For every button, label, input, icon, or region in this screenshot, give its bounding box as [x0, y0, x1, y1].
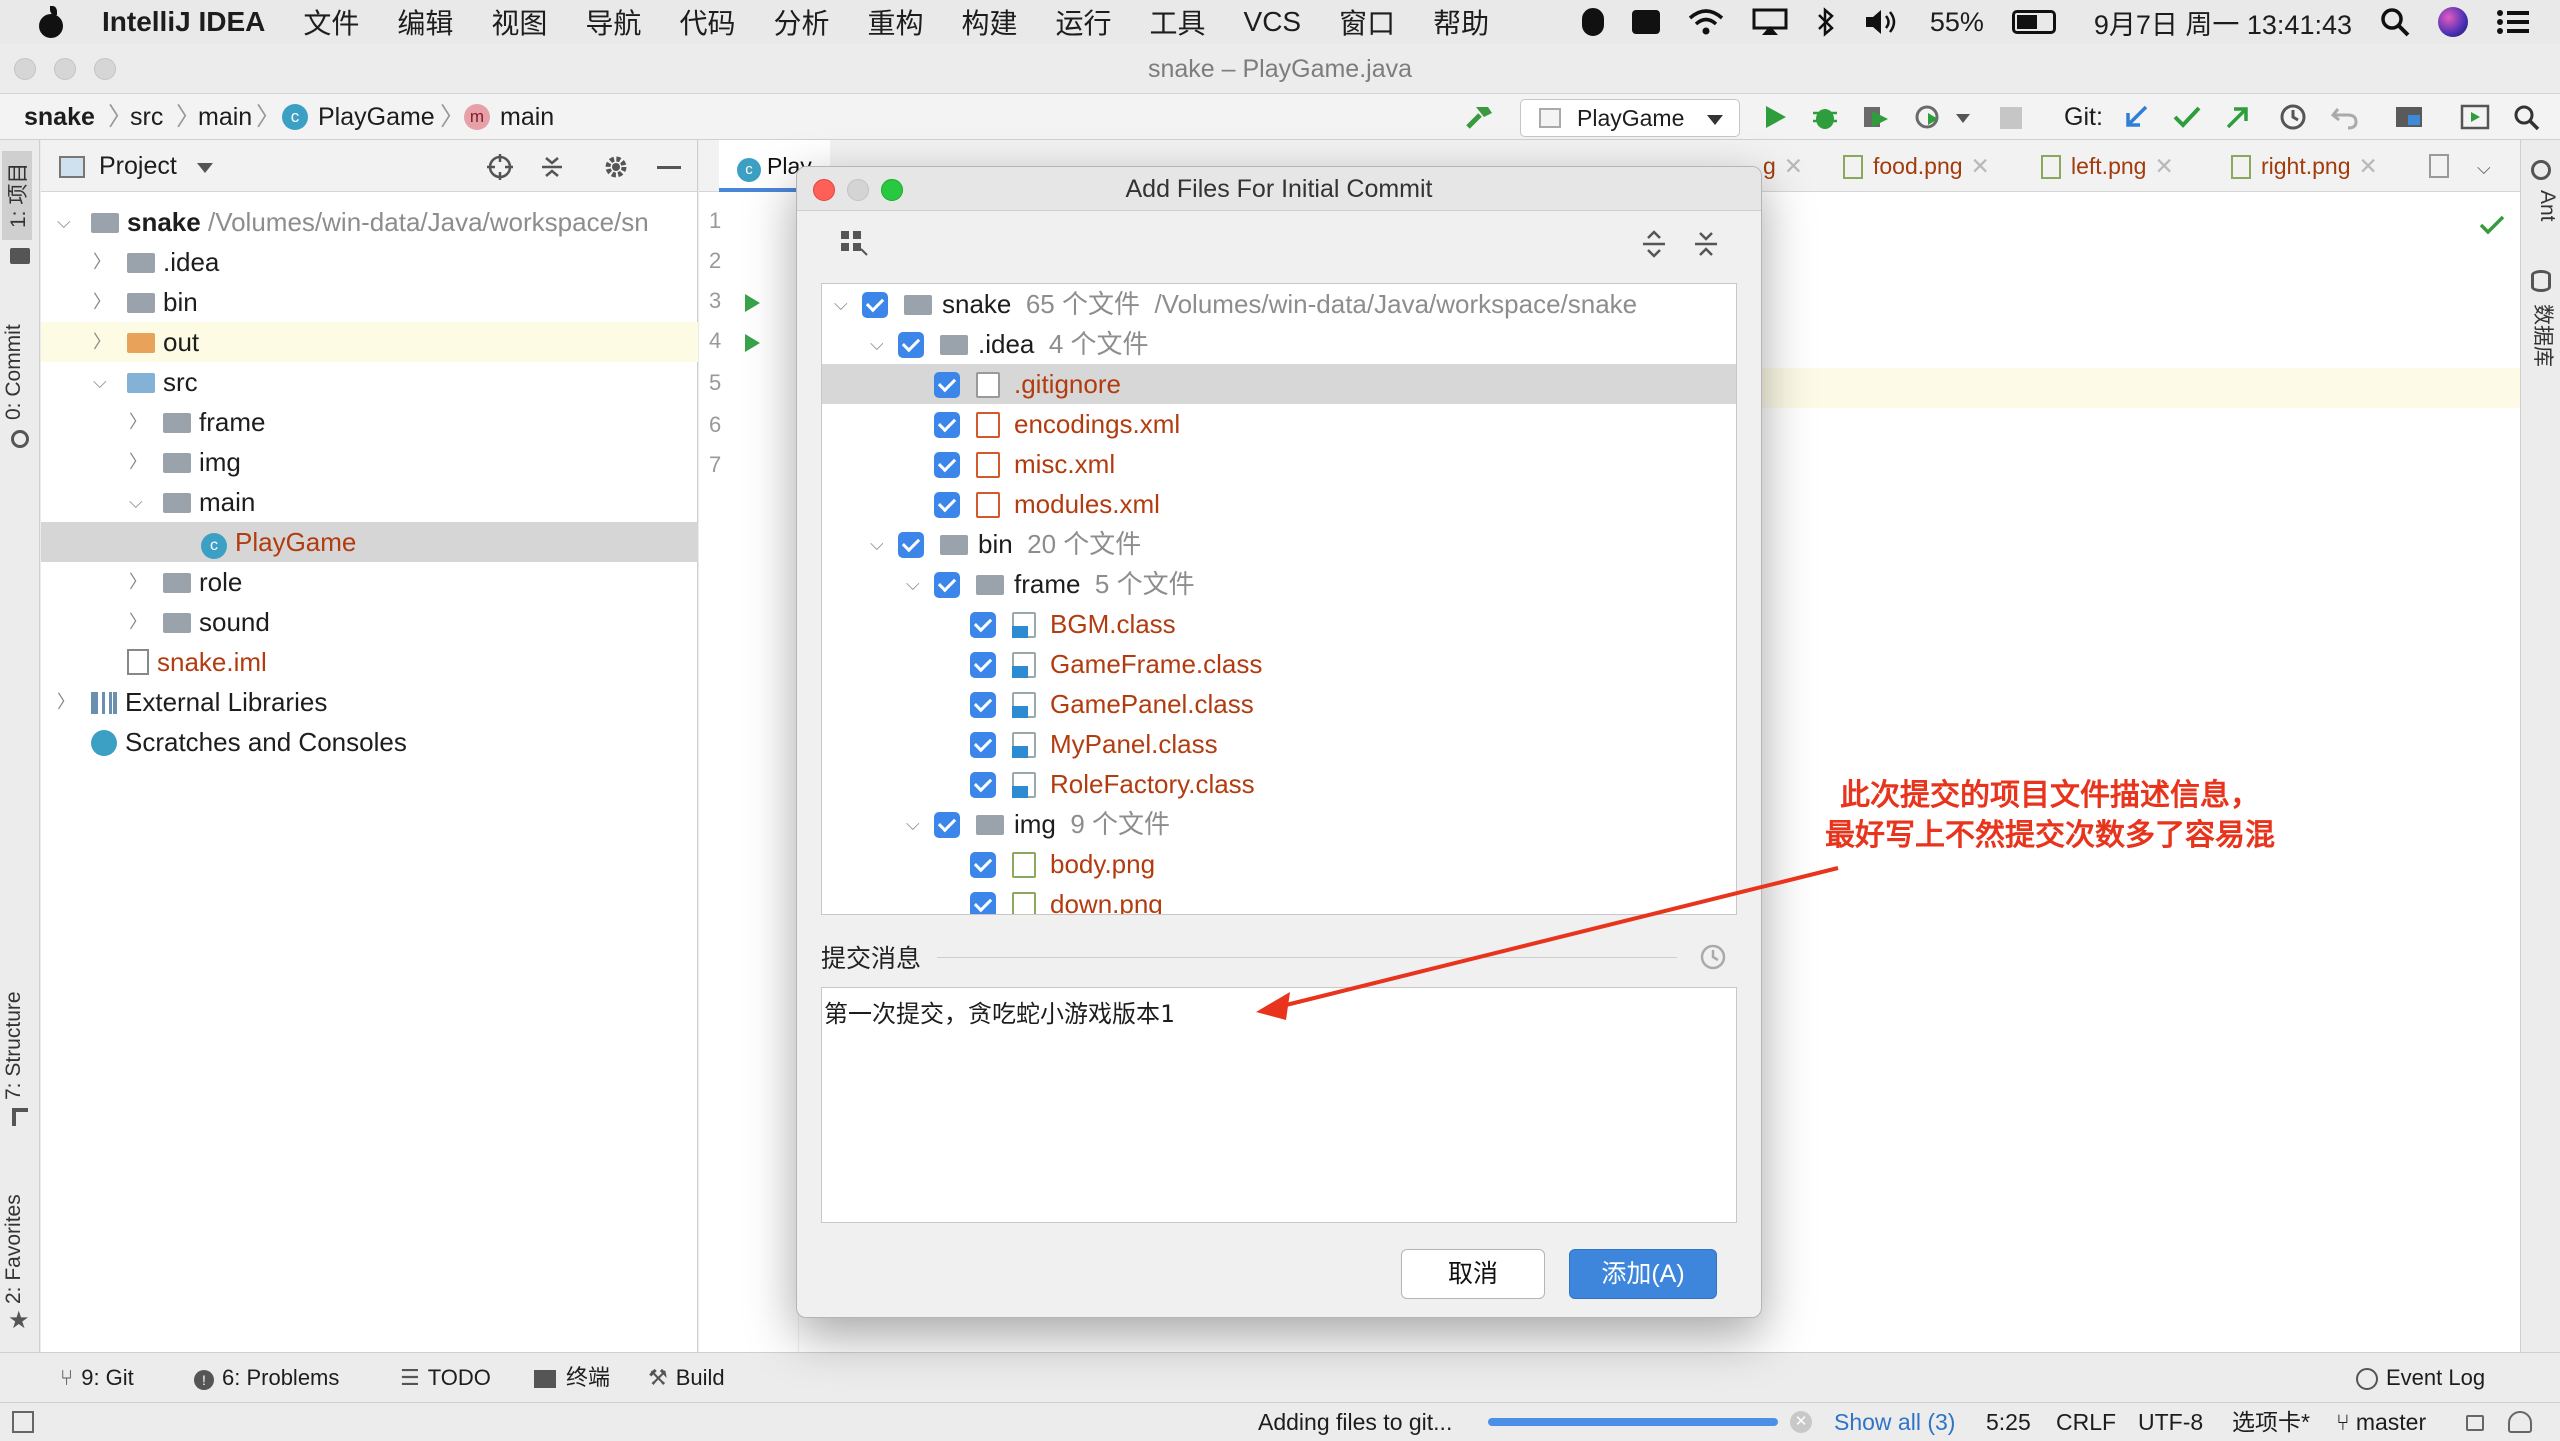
file-count: 65 个文件 [1025, 289, 1140, 319]
file-tree-item-bin[interactable]: ⌵ bin 20 个文件 [822, 524, 1736, 564]
folder-icon [940, 335, 968, 355]
file-count: 20 个文件 [1027, 529, 1142, 559]
file-name: img [1014, 809, 1056, 839]
dialog-toolbar [797, 211, 1761, 273]
annotation-line: 此次提交的项目文件描述信息， [1840, 779, 2260, 812]
file-name: snake [942, 289, 1012, 319]
file-tree-item-img[interactable]: ⌵ img 9 个文件 [822, 804, 1736, 844]
cancel-button[interactable]: 取消 [1401, 1249, 1545, 1299]
xml-file-icon [976, 412, 1000, 438]
file-tree-item-gameframe-class[interactable]: GameFrame.class [822, 644, 1736, 684]
include-checkbox[interactable] [934, 812, 960, 838]
file-count: 9 个文件 [1070, 809, 1171, 839]
add-button[interactable]: 添加(A) [1569, 1249, 1717, 1299]
include-checkbox[interactable] [898, 332, 924, 358]
file-tree-item-modules-xml[interactable]: modules.xml [822, 484, 1736, 524]
include-checkbox[interactable] [970, 612, 996, 638]
file-tree-item-frame[interactable]: ⌵ frame 5 个文件 [822, 564, 1736, 604]
xml-file-icon [976, 452, 1000, 478]
include-checkbox[interactable] [934, 372, 960, 398]
file-name: RoleFactory.class [1050, 769, 1255, 799]
file-tree-item-body-png[interactable]: body.png [822, 844, 1736, 884]
annotation-text: 此次提交的项目文件描述信息， 最好写上不然提交次数多了容易混 [1780, 776, 2320, 856]
ignore-file-icon [976, 372, 1000, 398]
file-tree-item-rolefactory-class[interactable]: RoleFactory.class [822, 764, 1736, 804]
include-checkbox[interactable] [970, 892, 996, 914]
changed-files-tree: ⌵ snake 65 个文件 /Volumes/win-data/Java/wo… [821, 283, 1737, 915]
include-checkbox[interactable] [970, 852, 996, 878]
class-file-icon [1012, 612, 1036, 638]
commit-message-label: 提交消息 [821, 945, 922, 973]
file-tree-item-mypanel-class[interactable]: MyPanel.class [822, 724, 1736, 764]
commit-message-textarea[interactable]: 第一次提交，贪吃蛇小游戏版本1 [821, 987, 1737, 1223]
dialog-close-button[interactable] [813, 179, 835, 201]
annotation-line: 最好写上不然提交次数多了容易混 [1825, 819, 2275, 852]
file-tree-item-snake[interactable]: ⌵ snake 65 个文件 /Volumes/win-data/Java/wo… [822, 284, 1736, 324]
xml-file-icon [976, 492, 1000, 518]
module-folder-icon [904, 295, 932, 315]
file-name: bin [978, 529, 1013, 559]
collapse-all-icon[interactable] [1691, 229, 1721, 259]
include-checkbox[interactable] [898, 532, 924, 558]
include-checkbox[interactable] [970, 652, 996, 678]
class-file-icon [1012, 692, 1036, 718]
file-name: down.png [1050, 889, 1163, 915]
include-checkbox[interactable] [970, 732, 996, 758]
file-name: encodings.xml [1014, 409, 1181, 439]
folder-icon [940, 535, 968, 555]
dialog-zoom-button[interactable] [881, 179, 903, 201]
dialog-minimize-button[interactable] [847, 179, 869, 201]
file-tree-item-idea[interactable]: ⌵ .idea 4 个文件 [822, 324, 1736, 364]
file-tree-item-down-png[interactable]: down.png [822, 884, 1736, 915]
image-file-icon [1012, 852, 1036, 878]
file-tree-item-misc-xml[interactable]: misc.xml [822, 444, 1736, 484]
include-checkbox[interactable] [862, 292, 888, 318]
group-by-icon[interactable] [839, 229, 869, 257]
file-tree-item-gamepanel-class[interactable]: GamePanel.class [822, 684, 1736, 724]
file-name: modules.xml [1014, 489, 1160, 519]
folder-icon [976, 815, 1004, 835]
file-name: GameFrame.class [1050, 649, 1263, 679]
expand-all-icon[interactable] [1639, 229, 1669, 259]
class-file-icon [1012, 772, 1036, 798]
divider [937, 957, 1677, 958]
file-count: 4 个文件 [1048, 329, 1149, 359]
file-name: GamePanel.class [1050, 689, 1254, 719]
file-tree-item-bgm-class[interactable]: BGM.class [822, 604, 1736, 644]
class-file-icon [1012, 732, 1036, 758]
include-checkbox[interactable] [934, 452, 960, 478]
add-files-dialog: Add Files For Initial Commit ⌵ snake 65 … [796, 166, 1762, 1318]
include-checkbox[interactable] [934, 412, 960, 438]
file-tree-item-encodings-xml[interactable]: encodings.xml [822, 404, 1736, 444]
file-path: /Volumes/win-data/Java/workspace/snake [1154, 289, 1638, 319]
include-checkbox[interactable] [970, 772, 996, 798]
class-file-icon [1012, 652, 1036, 678]
image-file-icon [1012, 892, 1036, 914]
file-name: .gitignore [1014, 369, 1121, 399]
include-checkbox[interactable] [970, 692, 996, 718]
file-name: MyPanel.class [1050, 729, 1218, 759]
file-name: frame [1014, 569, 1081, 599]
dialog-title: Add Files For Initial Commit [797, 167, 1761, 211]
file-name: misc.xml [1014, 449, 1116, 479]
file-tree-item-gitignore[interactable]: .gitignore [822, 364, 1736, 404]
file-name: body.png [1050, 849, 1156, 879]
include-checkbox[interactable] [934, 572, 960, 598]
message-history-icon[interactable] [1699, 943, 1727, 971]
file-count: 5 个文件 [1094, 569, 1195, 599]
file-name: BGM.class [1050, 609, 1176, 639]
folder-icon [976, 575, 1004, 595]
file-name: .idea [978, 329, 1035, 359]
commit-message-text: 第一次提交，贪吃蛇小游戏版本1 [824, 1000, 1175, 1028]
include-checkbox[interactable] [934, 492, 960, 518]
